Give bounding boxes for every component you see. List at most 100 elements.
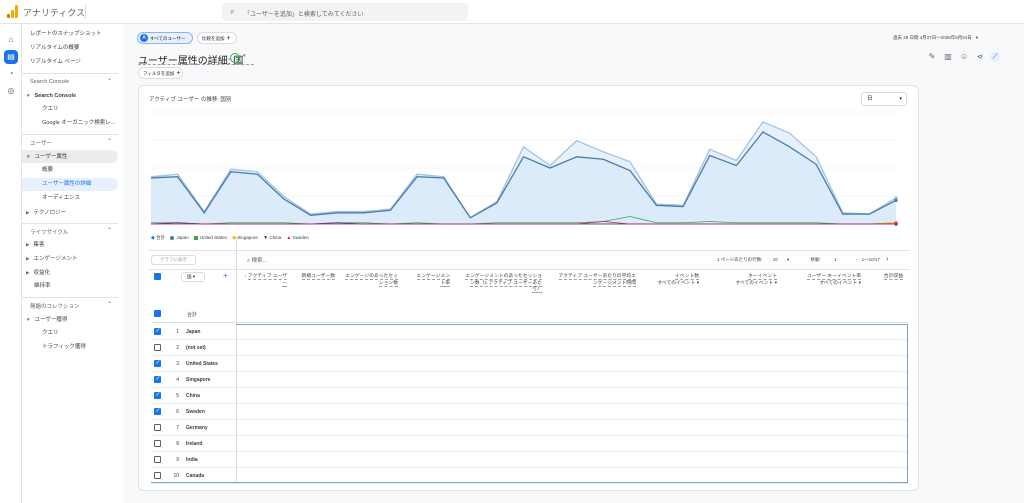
add-dimension-icon[interactable]: +: [223, 271, 228, 280]
col-active-users[interactable]: ↓ アクティブ ユーザー: [243, 274, 287, 287]
row-country[interactable]: India: [186, 457, 198, 463]
col-user-key-event-rate[interactable]: ユーザー キーイベント率 すべてのイベント ▾: [801, 274, 861, 287]
series-endpoint-japan[interactable]: [894, 198, 898, 203]
insights-icon[interactable]: ☺: [959, 52, 969, 62]
analytics-logo[interactable]: [7, 5, 19, 18]
goto-input[interactable]: 1: [834, 257, 837, 262]
col-total-revenue[interactable]: 合計収益: [871, 274, 903, 281]
nav-item-retention[interactable]: 維持率: [22, 280, 118, 293]
nav-item-query[interactable]: クエリ: [22, 103, 118, 116]
legend-item-japan[interactable]: Japan: [170, 235, 189, 240]
verified-check-icon[interactable]: ✓: [230, 53, 240, 63]
row-checkbox[interactable]: [154, 375, 161, 383]
nav-item-overview[interactable]: 概要: [22, 164, 118, 177]
row-checkbox[interactable]: [154, 359, 161, 367]
col-engaged-per-user[interactable]: エンゲージメントのあったセッション数（1 アクティブ ユーザーあたり）: [464, 274, 542, 294]
table-row[interactable]: 2 (not set): [151, 340, 908, 356]
home-icon[interactable]: ⌂: [4, 33, 18, 47]
row-country[interactable]: (not set): [186, 345, 206, 351]
table-row[interactable]: 7 Germany: [151, 420, 908, 436]
table-row[interactable]: 6 Sweden: [151, 404, 908, 420]
table-row[interactable]: 4 Singapore: [151, 372, 908, 388]
row-country[interactable]: Germany: [186, 425, 208, 431]
dimension-select[interactable]: 国 ▾: [181, 272, 205, 282]
next-page-icon[interactable]: ›: [886, 256, 888, 263]
legend-item-sweden[interactable]: ▲ Sweden: [286, 235, 308, 241]
legend-item-total[interactable]: ◆ 合計: [151, 235, 165, 241]
row-country[interactable]: Japan: [186, 329, 200, 335]
row-country[interactable]: Canada: [186, 473, 204, 479]
nav-group-acquisition[interactable]: ▶ 集客: [22, 238, 118, 251]
table-row[interactable]: 5 China: [151, 388, 908, 404]
col-engaged-sessions[interactable]: エンゲージのあったセッション数: [344, 274, 398, 287]
nav-item-organic-search[interactable]: Google オーガニック検索レ...: [22, 117, 118, 130]
line-chart[interactable]: [149, 110, 910, 228]
nav-item-traffic-acquisition[interactable]: トラフィック獲得: [22, 341, 118, 354]
row-country[interactable]: Singapore: [186, 377, 210, 383]
advertising-icon[interactable]: ◎: [4, 84, 18, 98]
compare-icon[interactable]: ▥: [943, 52, 953, 62]
row-checkbox[interactable]: [154, 327, 161, 335]
nav-item-query-2[interactable]: クエリ: [22, 327, 118, 340]
legend-item-united-states[interactable]: United States: [193, 235, 227, 240]
col-event-count[interactable]: イベント数 すべてのイベント ▾: [644, 274, 699, 287]
date-range[interactable]: 過去 28 日間 4月27日～2026年5月24日 ▾: [893, 35, 978, 41]
col-avg-engagement-time[interactable]: アクティブ ユーザーあたりの平均エンゲージメント時間: [554, 274, 636, 287]
col-new-users[interactable]: 新規ユーザー数: [301, 274, 335, 281]
plot-rows-button[interactable]: グラフに表示: [151, 255, 196, 265]
event-filter-select[interactable]: すべてのイベント: [735, 281, 773, 286]
row-checkbox[interactable]: [154, 424, 161, 431]
edit-report-icon[interactable]: ✎: [927, 52, 937, 62]
nav-group-search-console[interactable]: ▼ Search Console: [22, 89, 118, 102]
chevron-up-icon[interactable]: ⌃: [107, 78, 112, 85]
row-checkbox[interactable]: [154, 440, 161, 447]
row-checkbox[interactable]: [154, 472, 161, 479]
search-bar[interactable]: ⌕ 「ユーザーを追加」と検索してみてください: [222, 3, 468, 21]
event-filter-select[interactable]: すべてのイベント: [657, 281, 695, 286]
trend-icon[interactable]: ⟋: [990, 52, 1000, 62]
row-country[interactable]: Sweden: [186, 409, 205, 415]
table-search[interactable]: ⌕ 検索...: [247, 256, 267, 265]
table-row[interactable]: 3 United States: [151, 356, 908, 372]
segment-chip[interactable]: A すべてのユーザー: [137, 32, 193, 44]
table-row[interactable]: 8 Ireland: [151, 436, 908, 452]
chevron-up-icon[interactable]: ⌃: [107, 227, 112, 234]
series-endpoint-sweden[interactable]: [894, 222, 898, 226]
row-checkbox[interactable]: [154, 456, 161, 463]
row-checkbox[interactable]: [154, 391, 161, 399]
col-key-events[interactable]: キーイベント すべてのイベント ▾: [721, 274, 777, 287]
select-all-checkbox[interactable]: [154, 273, 161, 280]
total-checkbox[interactable]: [154, 310, 161, 317]
nav-group-tech[interactable]: ▶ テクノロジー: [22, 206, 118, 219]
legend-item-china[interactable]: ▼ China: [263, 235, 281, 241]
share-icon[interactable]: ⋖: [975, 52, 985, 62]
nav-group-monetization[interactable]: ▶ 収益化: [22, 266, 118, 279]
event-filter-select[interactable]: すべてのイベント: [819, 281, 857, 286]
nav-group-user-acquisition[interactable]: ▼ ユーザー獲得: [22, 313, 118, 326]
granularity-select[interactable]: 日 ▾: [861, 92, 907, 106]
nav-realtime-overview[interactable]: リアルタイムの概要: [22, 42, 118, 55]
chevron-up-icon[interactable]: ⌃: [107, 301, 112, 308]
caret-down-icon[interactable]: ▾: [787, 257, 789, 262]
nav-item-demographic-details[interactable]: ユーザー属性の詳細: [22, 178, 118, 191]
add-filter-chip[interactable]: フィルタを追加 +: [138, 67, 183, 79]
chevron-up-icon[interactable]: ⌃: [107, 138, 112, 145]
table-row[interactable]: 1 Japan: [151, 324, 908, 340]
col-engagement-rate[interactable]: エンゲージメント率: [412, 274, 450, 287]
nav-realtime-pages[interactable]: リアルタイム ページ: [22, 56, 118, 69]
nav-snapshot[interactable]: レポートのスナップショット: [22, 28, 118, 41]
row-country[interactable]: Ireland: [186, 441, 202, 447]
title-dropdown-icon[interactable]: ▾: [243, 53, 246, 59]
prev-page-icon[interactable]: ‹: [856, 257, 858, 262]
row-checkbox[interactable]: [154, 344, 161, 351]
add-comparison-chip[interactable]: 比較を追加 +: [197, 32, 237, 44]
reports-icon[interactable]: ▤: [4, 50, 18, 64]
nav-group-demographics[interactable]: ▼ ユーザー属性: [22, 150, 118, 163]
row-country[interactable]: China: [186, 393, 200, 399]
rows-per-page-select[interactable]: 10: [773, 257, 778, 262]
nav-item-audiences[interactable]: オーディエンス: [22, 192, 118, 205]
explore-icon[interactable]: ◔: [4, 67, 18, 81]
row-checkbox[interactable]: [154, 407, 161, 415]
row-country[interactable]: United States: [186, 361, 218, 367]
nav-group-engagement[interactable]: ▶ エンゲージメント: [22, 252, 118, 265]
